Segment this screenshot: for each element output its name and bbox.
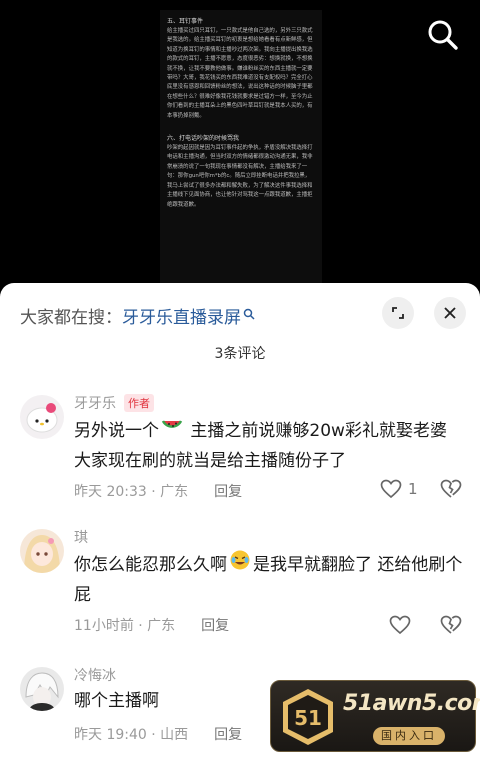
brand-logo-text: 51 xyxy=(294,706,322,730)
close-button[interactable] xyxy=(434,297,466,329)
search-button[interactable] xyxy=(426,18,460,52)
author-badge: 作者 xyxy=(124,394,154,412)
laughing-crying-emoji xyxy=(229,549,251,581)
commenter-name-text: 牙牙乐 xyxy=(74,396,116,412)
like-button[interactable]: 1 xyxy=(380,479,418,499)
comment-time: 昨天 19:40 · 山西 xyxy=(74,727,189,743)
comment-meta: 11小时前 · 广东 回复 xyxy=(74,615,229,635)
dislike-button[interactable] xyxy=(440,615,462,639)
commenter-name-text: 冷悔冰 xyxy=(74,668,116,684)
heart-icon xyxy=(380,479,402,499)
document-screenshot: 五、耳钉事件 给主播买过四只耳钉，一只款式是他自己选的，另外三只款式是我选的。给… xyxy=(160,10,322,284)
doc-paragraph-1: 给主播买过四只耳钉，一只款式是他自己选的，另外三只款式是我选的。给主播买耳钉的初… xyxy=(167,28,313,119)
brand-logo: 51 xyxy=(283,689,333,745)
broken-heart-icon xyxy=(440,479,462,498)
reply-button[interactable]: 回复 xyxy=(214,481,242,501)
comment-text-part-1: 你怎么能忍那么久啊 xyxy=(74,555,227,575)
doc-heading-1: 五、耳钉事件 xyxy=(167,18,204,25)
broken-heart-icon xyxy=(440,615,462,634)
like-button[interactable] xyxy=(389,615,411,635)
reply-button[interactable]: 回复 xyxy=(214,724,242,744)
avatar[interactable] xyxy=(20,667,64,711)
comment-time: 昨天 20:33 · 广东 xyxy=(74,484,189,500)
commenter-name[interactable]: 牙牙乐 作者 xyxy=(74,393,154,413)
expand-button[interactable] xyxy=(382,297,414,329)
watermelon-emoji xyxy=(161,415,183,447)
doc-paragraph-2: 吵架的起因就是因为耳钉事件起的争执，矛盾没解决我选择打电话和主播沟通，但当时双方… xyxy=(167,145,313,208)
suggested-search-prefix: 大家都在搜： xyxy=(20,307,122,328)
avatar[interactable] xyxy=(20,395,64,439)
suggested-search-term[interactable]: 牙牙乐直播录屏 xyxy=(122,303,241,328)
comment-text: 你怎么能忍那么久啊 是我早就翻脸了 还给他刷个屁 xyxy=(74,549,464,610)
dislike-button[interactable] xyxy=(440,479,462,503)
avatar[interactable] xyxy=(20,529,64,573)
search-small-icon xyxy=(243,308,255,323)
comment-meta: 昨天 20:33 · 广东 回复 xyxy=(74,481,242,501)
search-icon xyxy=(428,20,458,50)
comment-count: 3条评论 xyxy=(214,346,266,362)
commenter-name-text: 琪 xyxy=(74,530,88,546)
watermark-banner[interactable]: 51 51awn5.com 国内入口 xyxy=(270,680,480,752)
close-icon xyxy=(444,307,456,319)
suggested-search[interactable]: 大家都在搜： 牙牙乐直播录屏 xyxy=(20,303,255,328)
doc-heading-2: 六、打电话吵架的时候骂我 xyxy=(167,135,240,143)
comment-meta: 昨天 19:40 · 山西 回复 xyxy=(74,724,242,744)
like-count: 1 xyxy=(408,480,418,498)
comment-text: 另外说一个 主播之前说赚够20w彩礼就娶老婆 大家现在刷的就当是给主播随份子了 xyxy=(74,415,464,476)
video-area[interactable]: 五、耳钉事件 给主播买过四只耳钉，一只款式是他自己选的，另外三只款式是我选的。给… xyxy=(0,0,480,290)
comment-text-part-1: 另外说一个 xyxy=(74,421,159,441)
commenter-name[interactable]: 琪 xyxy=(74,527,88,547)
heart-icon xyxy=(389,615,411,635)
watermark-entry-label: 国内入口 xyxy=(373,727,445,745)
expand-icon xyxy=(392,307,404,319)
comment-time: 11小时前 · 广东 xyxy=(74,618,176,634)
reply-button[interactable]: 回复 xyxy=(201,615,229,635)
commenter-name[interactable]: 冷悔冰 xyxy=(74,665,116,685)
watermark-site: 51awn5.com xyxy=(343,691,480,716)
